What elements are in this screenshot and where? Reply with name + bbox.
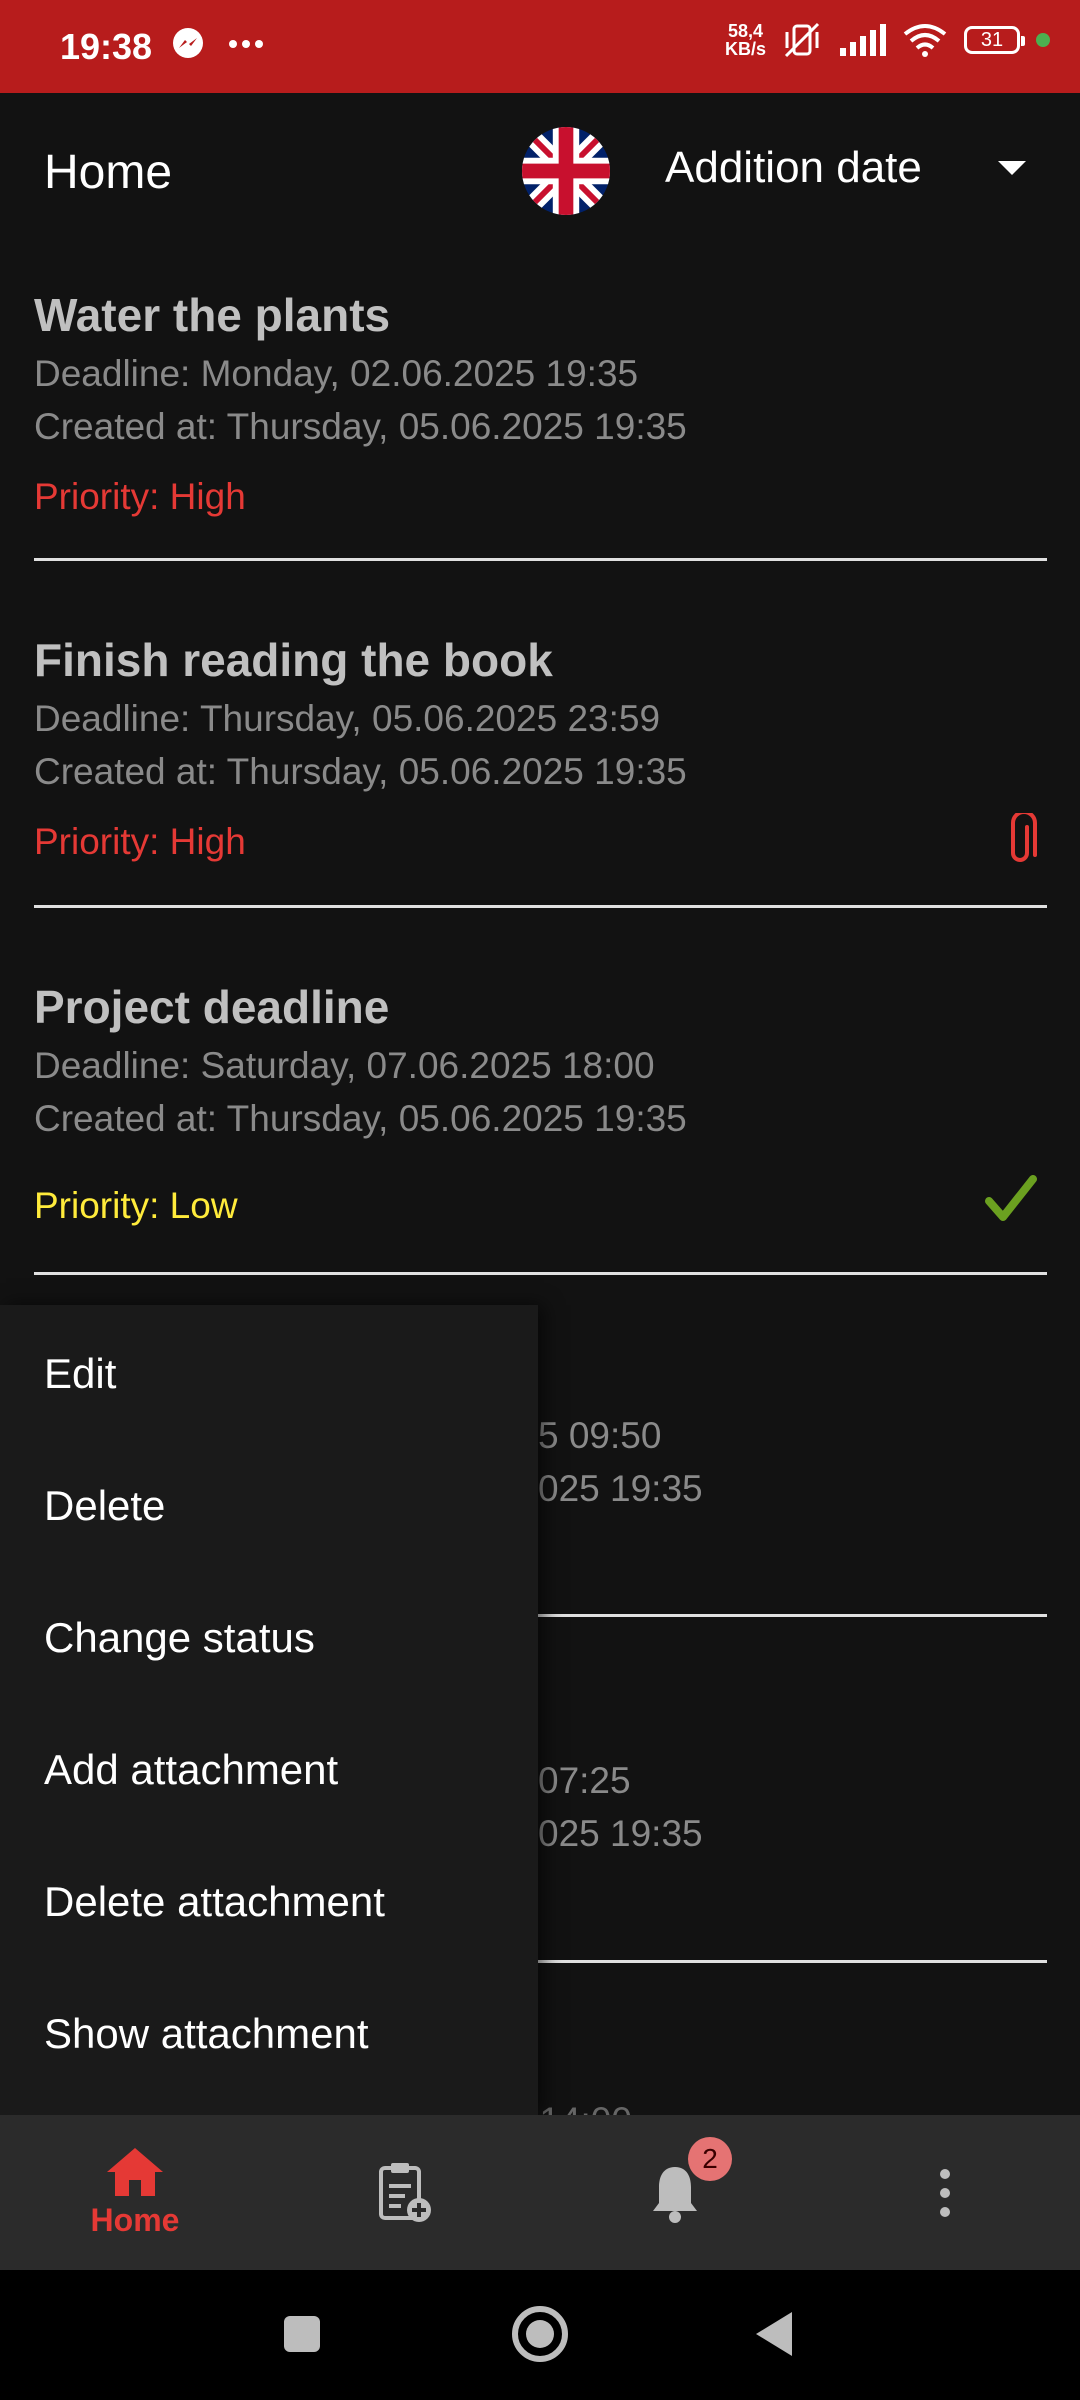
hidden-task-deadline-fragment: 07:25: [538, 1760, 631, 1801]
hidden-task-created-fragment: 025 19:35: [538, 1813, 703, 1854]
divider: [538, 1614, 1047, 1617]
menu-item-delete-attachment[interactable]: Delete attachment: [44, 1878, 385, 1926]
nav-more[interactable]: [810, 2115, 1080, 2270]
task-item[interactable]: Water the plants Deadline: Monday, 02.06…: [34, 278, 1047, 561]
attachment-icon[interactable]: [1003, 813, 1037, 869]
nav-home-label: Home: [90, 2202, 180, 2238]
battery-icon: 31: [964, 26, 1025, 54]
task-deadline: Deadline: Saturday, 07.06.2025 18:00: [34, 1045, 655, 1086]
task-deadline: Deadline: Thursday, 05.06.2025 23:59: [34, 698, 661, 739]
task-created: Created at: Thursday, 05.06.2025 19:35: [34, 751, 687, 792]
net-speed-value: 58,4: [727, 21, 764, 41]
task-deadline: Deadline: Monday, 02.06.2025 19:35: [34, 353, 639, 394]
more-vertical-icon: [940, 2168, 950, 2217]
nav-home[interactable]: Home: [0, 2115, 270, 2270]
checkmark-icon[interactable]: [985, 1175, 1037, 1223]
task-item[interactable]: Finish reading the book Deadline: Thursd…: [34, 623, 1047, 908]
task-created: Created at: Thursday, 05.06.2025 19:35: [34, 406, 687, 447]
task-title: Finish reading the book: [34, 634, 553, 686]
task-priority: Priority: High: [34, 821, 246, 862]
sort-dropdown[interactable]: Addition date: [665, 143, 1026, 193]
notification-badge: 2: [688, 2137, 732, 2181]
net-speed-unit: KB/s: [724, 39, 766, 59]
divider: [538, 1960, 1047, 1963]
task-created: Created at: Thursday, 05.06.2025 19:35: [34, 1098, 687, 1139]
page-title: Home: [44, 146, 173, 199]
chevron-down-icon: [998, 161, 1026, 175]
mute-vibrate-icon: [784, 22, 820, 58]
add-task-icon: [379, 2162, 431, 2222]
messenger-icon: [173, 28, 203, 58]
menu-item-edit[interactable]: Edit: [44, 1350, 116, 1398]
status-time: 19:38: [60, 26, 153, 67]
sort-value: Addition date: [665, 143, 922, 192]
menu-item-change-status[interactable]: Change status: [44, 1614, 315, 1662]
task-item[interactable]: Project deadline Deadline: Saturday, 07.…: [34, 970, 1047, 1275]
app-header: Home Addition date: [0, 93, 1080, 253]
privacy-indicator-dot: [1036, 33, 1050, 47]
recent-apps-icon[interactable]: [282, 2314, 322, 2354]
nav-add-task[interactable]: [270, 2115, 540, 2270]
context-menu: Edit Delete Change status Add attachment…: [0, 1305, 538, 2115]
system-navigation-bar: [0, 2270, 1080, 2400]
task-priority: Priority: Low: [34, 1185, 238, 1226]
back-icon[interactable]: [752, 2310, 796, 2358]
nav-notifications[interactable]: 2: [540, 2115, 810, 2270]
bottom-navigation: Home 2: [0, 2115, 1080, 2270]
hidden-task-deadline-fragment: 5 09:50: [538, 1415, 662, 1456]
menu-item-show-attachment[interactable]: Show attachment: [44, 2010, 369, 2058]
home-circle-icon[interactable]: [510, 2304, 570, 2364]
wifi-icon: [903, 24, 947, 57]
menu-item-delete[interactable]: Delete: [44, 1482, 165, 1530]
task-title: Water the plants: [34, 289, 391, 341]
menu-item-add-attachment[interactable]: Add attachment: [44, 1746, 338, 1794]
uk-flag-icon[interactable]: [522, 127, 610, 215]
task-title: Project deadline: [34, 981, 390, 1033]
more-dots-icon: [229, 40, 263, 48]
status-bar: 19:38 58,4 KB/s 31: [0, 0, 1080, 93]
task-priority: Priority: High: [34, 476, 246, 517]
signal-icon: [840, 24, 886, 56]
hidden-task-created-fragment: 025 19:35: [538, 1468, 703, 1509]
home-icon: [107, 2148, 163, 2196]
